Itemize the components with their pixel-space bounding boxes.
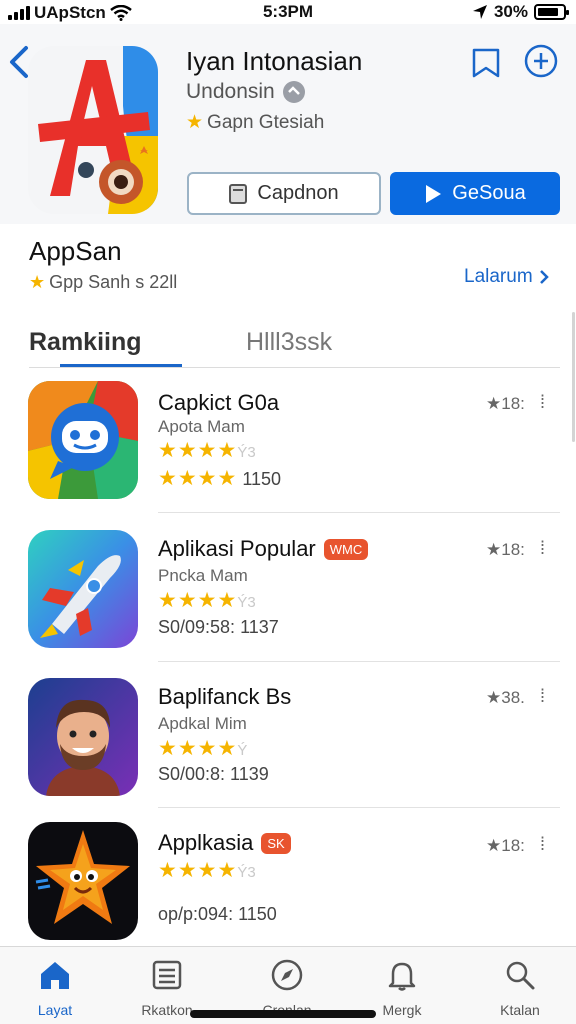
tabbar-label: Ktalan [500,1002,540,1018]
battery-icon [534,4,569,20]
row-title-text: Aplikasi Popular [158,536,316,561]
more-options-icon[interactable]: ⁞ [540,686,545,707]
play-icon [426,184,442,203]
list-item[interactable]: Aplikasi Popular WMC Pncka Mam ★★★★Ý3 S0… [0,516,576,662]
row-meta-stars: ★★★★ [158,467,238,490]
row-title-text: Capkict G0a [158,390,280,415]
more-options-icon[interactable]: ⁞ [540,392,545,413]
row-meta: ★★★★ 1150 [158,466,281,491]
app-title: Iyan Intonasian [186,46,363,76]
star-icon: ★ [186,112,204,133]
see-all-link[interactable]: Lalarum [464,266,549,288]
section-subtitle-text: Gpp Sanh s 22ll [49,272,178,292]
home-icon [41,962,69,989]
row-rating-suffix: Ý3 [237,864,256,881]
compass-icon [271,959,303,991]
section-subtitle: ★ Gpp Sanh s 22ll [29,272,177,293]
star-creature-icon [28,822,138,940]
row-divider [158,512,560,513]
chevron-right-icon [539,270,549,284]
chat-bot-icon [28,381,138,499]
row-rating-suffix: Ý3 [237,444,256,461]
more-options-icon[interactable]: ⁞ [540,538,545,559]
row-rating-stars: ★★★★Ý3 [158,589,256,612]
row-title: Applkasia SK [158,830,291,856]
bell-icon [388,962,416,991]
verified-badge-icon [282,81,305,103]
row-count: ★18: [486,836,525,855]
row-rating-stars: ★★★★Ý3 [158,859,256,882]
get-button[interactable]: GeSoua [390,172,560,215]
tabbar-item-compass[interactable]: Cronlan [237,957,337,1018]
tabbar-label: Layat [37,1002,73,1018]
more-options-icon[interactable]: ⁞ [540,834,545,855]
app-icon [28,46,158,214]
add-circle-icon[interactable] [524,44,558,78]
row-title: Baplifanck Bs [158,684,291,710]
status-bar: UApStcn 5:3PM 30% [0,0,576,24]
row-rating-suffix: Ý [237,742,248,759]
star-icon: ★ [29,272,46,292]
bookmark-icon[interactable] [468,44,504,80]
row-title: Capkict G0a [158,390,279,416]
section-title: AppSan [29,236,122,266]
tabbar-item-search[interactable]: Ktalan [470,957,570,1018]
capture-button[interactable]: Capdnon [187,172,381,215]
tab-ranking[interactable]: Ramkiing [29,328,142,357]
row-meta: S0/00:8: 1139 [158,764,269,784]
developer-label: Undonsin [186,80,275,103]
tabbar-item-notifications[interactable]: Mergk [352,957,452,1018]
tabbar-item-home[interactable]: Layat [5,957,105,1018]
rating-label: Gapn Gtesiah [207,111,325,133]
row-meta: S0/09:58: 1137 [158,617,279,637]
row-rating-suffix: Ý3 [237,594,256,611]
avatar-man-icon [28,678,138,796]
row-title: Aplikasi Popular WMC [158,536,369,562]
location-arrow-icon [472,5,487,19]
app-rating: ★ Gapn Gtesiah [186,111,324,134]
rocket-icon [28,530,138,648]
battery-percent: 30% [493,2,528,21]
row-badge: SK [261,832,291,854]
row-title-text: Baplifanck Bs [158,684,292,709]
list-item[interactable]: Capkict G0a Apota Mam ★★★★Ý3 ★★★★ 1150 ★… [0,370,576,516]
row-meta: op/p:094: 1150 [158,904,277,924]
tabs-divider [29,367,560,368]
tab-history[interactable]: Hlll3ssk [246,328,332,357]
tabbar-item-list[interactable]: Rkatkon [117,957,217,1018]
status-right: 30% [472,2,569,22]
row-subtitle: Apdkal Mim [158,714,247,733]
get-button-label: GeSoua [452,182,526,204]
see-all-label: Lalarum [464,266,533,287]
row-count: ★18: [486,394,525,413]
row-subtitle: Pncka Mam [158,566,248,585]
row-badge: WMC [323,538,369,560]
row-divider [158,661,560,662]
developer-name[interactable]: Undonsin [186,80,305,104]
row-meta-text: 1150 [242,469,282,489]
letter-a-logo-icon [28,46,158,214]
list-icon [152,960,182,990]
row-count: ★18: [486,540,525,559]
battery-fill [538,8,559,16]
list-item[interactable]: Baplifanck Bs Apdkal Mim ★★★★Ý S0/00:8: … [0,664,576,810]
row-count: ★38. [486,688,525,707]
row-rating-stars: ★★★★Ý3 [158,439,256,462]
row-divider [158,807,560,808]
row-title-text: Applkasia [158,830,254,855]
search-icon [506,961,535,990]
list-item[interactable]: Applkasia SK ★★★★Ý3 op/p:094: 1150 ★18: … [0,810,576,956]
row-subtitle: Apota Mam [158,417,245,436]
capture-button-label: Capdnon [257,182,339,204]
document-icon [229,183,248,204]
home-indicator[interactable] [190,1010,376,1018]
row-rating-stars: ★★★★Ý [158,737,248,760]
